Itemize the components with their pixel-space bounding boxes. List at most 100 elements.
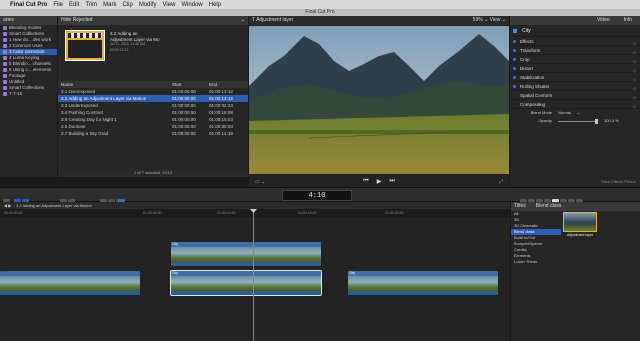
blend-mode-row: Blend Mode Normal ⌄ [510,109,640,117]
clip-row[interactable]: 3.2 Adding an Adjustment Layer via Motio… [58,95,248,102]
enable-toggle-icon[interactable] [513,40,516,43]
blend-mode-popup[interactable]: Normal [558,109,571,117]
ruler-tick-3: 01:00:15:00 [298,211,317,215]
opacity-label: Opacity [538,118,552,123]
clip-row[interactable]: 3.4 Pushing Contrast 01:00:00:00 01:00:18:… [58,109,248,116]
libraries-header: aries [0,16,57,25]
inspector-section-label: Crop [520,56,530,62]
column-end[interactable]: End [209,81,248,88]
enable-toggle-icon[interactable] [513,58,516,61]
library-item[interactable]: 7-7-15 [0,91,57,97]
menu-help[interactable]: Help [209,2,221,8]
tab-info[interactable]: Info [624,16,632,25]
filter-chevron-icon[interactable]: ⌄ [241,16,245,25]
clip-list: 3.1 Overexposed 01:00:00:00 01:00:13:12 3.2… [58,88,248,137]
viewer-title: Adjustment layer [256,17,294,23]
hide-rejected-filter[interactable]: Hide Rejected [61,16,92,25]
column-name[interactable]: Name [58,81,172,88]
previous-frame-icon[interactable]: ⏮ [363,178,368,185]
next-frame-icon[interactable]: ⏭ [389,178,394,185]
clip-row-end: 01:00:13:12 [209,96,233,101]
clip-row[interactable]: 3.1 Overexposed 01:00:00:00 01:00:13:12 [58,88,248,95]
timeline-clip-primary-2[interactable]: City [170,270,322,296]
enable-toggle-icon[interactable] [513,76,516,79]
enable-toggle-icon[interactable] [513,49,516,52]
clip-row[interactable]: 3.6 Duotone 01:00:00:00 01:00:30:03 [58,123,248,130]
titles-tab[interactable]: Titles [514,202,526,211]
clapper-icon [68,33,102,38]
play-button[interactable]: ▶ [377,178,382,185]
column-start[interactable]: Start [172,81,209,88]
viewer-pane: T Adjustment layer 59% ⌄ View ⌄ ⏮ ▶ ⏭ ▭ … [249,16,509,187]
clip-row-start: 01:00:00:00 [172,124,196,129]
inspector-section-label: Spatial Conform [520,92,553,98]
blend-mode-chevron-icon[interactable]: ⌄ [577,109,580,117]
list-header-row: Name Start End [58,81,248,88]
clip-row-name: 3.1 Overexposed [61,89,96,94]
menu-edit[interactable]: Edit [69,2,79,8]
project-title: 3.2 Adding an Adjustment Layer via Motio… [16,203,92,208]
enable-toggle-icon[interactable] [513,67,516,70]
inspector-tabs: Video Info [510,16,640,25]
clip-row-end: 01:00:15:03 [209,117,233,122]
clip-row[interactable]: 3.3 Underexposed 01:00:00:00 01:00:32:23 [58,102,248,109]
clip-row-name: 3.5 Creating Day for Night 1 [61,117,117,122]
clip-row-start: 01:00:00:00 [172,89,196,94]
inspector-section-label: Transform [520,47,541,53]
ruler-tick-0: 00:00:00:00 [4,211,23,215]
clip-row[interactable]: 3.7 Building a Sky Grad 01:00:00:00 01:00:… [58,130,248,137]
menu-view[interactable]: View [163,2,176,8]
timecode-display[interactable]: 4:10 [282,190,352,201]
menu-bar: Final Cut Pro File Edit Trim Mark Clip M… [0,0,640,9]
save-effects-preset-button[interactable]: Save Effects Preset [601,179,636,184]
library-item-label: 7-7-15 [9,91,23,96]
clip-row-end: 01:00:30:03 [209,124,233,129]
fullscreen-icon[interactable]: ⤢ [499,179,503,185]
timeline-clip-primary-1[interactable] [0,271,140,295]
inspector-section-label: Compositing [520,101,546,107]
viewer-image [249,26,509,174]
timeline-clip-primary-3[interactable]: City [348,271,498,295]
clip-row-name: 3.3 Underexposed [61,103,98,108]
titles-browser: Titles Blend class All 3D 3D Cinematic Blen… [511,202,640,341]
filmstrip-duration: 00:00:13:12 [110,47,129,52]
libraries-sidebar: aries Blending modes Smart Collections 1 H… [0,16,57,177]
opacity-slider[interactable] [558,118,598,124]
inspector-section[interactable]: Compositing ◇ [510,100,640,109]
browser-status: 1 of 7 selected, 13:12 [58,169,248,177]
clip-row-name: 3.6 Duotone [61,124,86,129]
inspector-clip-name: City [522,28,531,34]
viewer-view-menu[interactable]: View [490,17,501,23]
menu-mark[interactable]: Mark [103,2,116,8]
filmstrip-thumbnail[interactable] [65,30,105,61]
event-icon [3,62,7,66]
menu-trim[interactable]: Trim [85,2,97,8]
viewer-zoom[interactable]: 59% [473,17,483,23]
clip-row-name: 3.4 Pushing Contrast [61,110,104,115]
playhead[interactable] [253,209,254,341]
viewer-format-icon[interactable]: ▭ ⌄ [255,179,265,185]
tab-video[interactable]: Video [597,16,610,25]
titles-category-item[interactable]: Lower Thirds [511,259,561,265]
inspector-pane: Video Info City Effects ◇ Transform ◇ Crop ◇ D… [510,16,640,187]
titles-category-list: All 3D 3D Cinematic Blend class Build In/Out… [511,211,561,265]
menu-file[interactable]: File [53,2,63,8]
main-toolbar: 4:10 [0,187,640,205]
menu-window[interactable]: Window [181,2,202,8]
filmstrip-area: 3.2 Adding an Adjustment Layer via Mo Ju… [58,25,248,81]
clip-row-start: 01:00:00:00 [172,110,196,115]
timeline-clip-connected[interactable]: City [171,242,321,266]
inspector-section-label: Rolling Shutter [520,83,550,89]
browser-pane: Hide Rejected ⌄ 3.2 Adding an Adjustment… [58,16,248,177]
inspector-clip-name-row: City [510,25,640,37]
opacity-value[interactable]: 100.0 % [604,117,619,125]
keyframe-icon[interactable]: ◇ [633,102,636,111]
menu-clip[interactable]: Clip [122,2,132,8]
clip-row[interactable]: 3.5 Creating Day for Night 1 01:00:00:00 0… [58,116,248,123]
menu-modify[interactable]: Modify [139,2,157,8]
clip-row-start: 01:00:00:00 [172,117,196,122]
enable-toggle-icon[interactable] [513,85,516,88]
title-thumbnail[interactable] [563,212,597,232]
app-menu[interactable]: Final Cut Pro [10,2,47,8]
timeline-back-icon[interactable]: ◀ ▶ [4,202,11,209]
